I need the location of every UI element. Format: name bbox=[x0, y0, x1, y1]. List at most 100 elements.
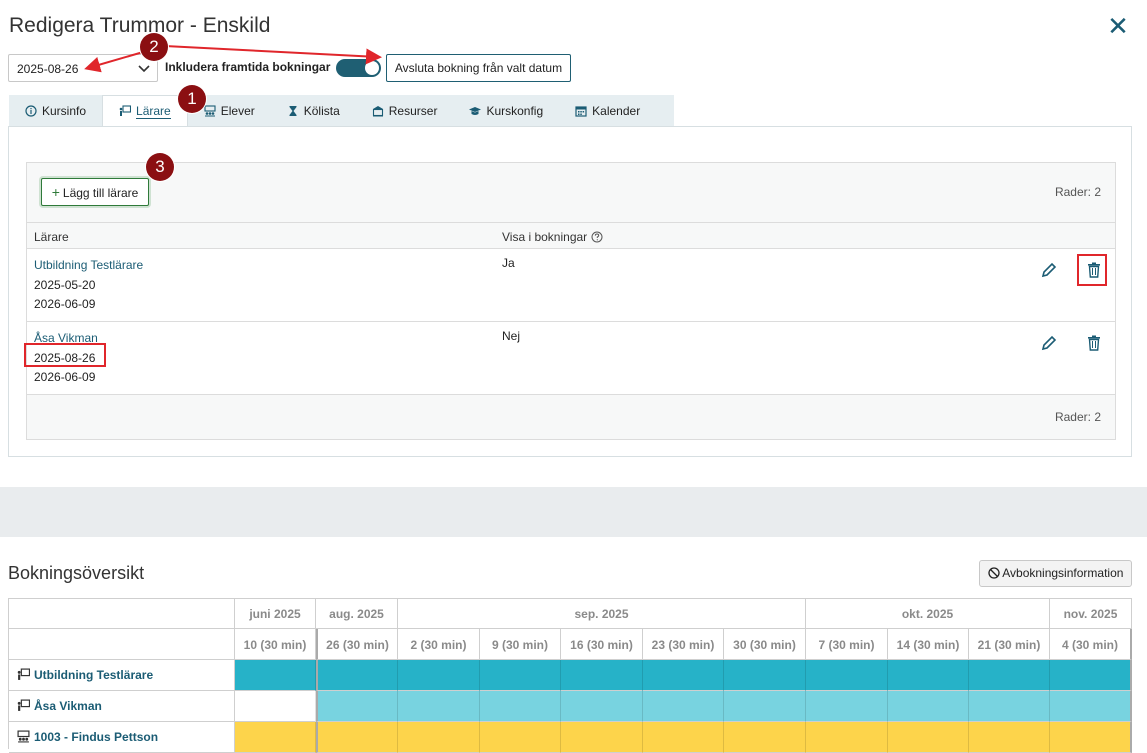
booking-cell-booked[interactable] bbox=[235, 660, 316, 691]
booking-cell-booked[interactable] bbox=[724, 691, 806, 722]
date-header: 10 (30 min) bbox=[235, 629, 316, 660]
booking-cell-booked[interactable] bbox=[561, 722, 643, 753]
booking-cell-booked[interactable] bbox=[888, 722, 969, 753]
overview-row-label[interactable]: Utbildning Testlärare bbox=[9, 660, 235, 691]
date-header: 7 (30 min) bbox=[806, 629, 888, 660]
tab-kolista[interactable]: Kölista bbox=[271, 95, 356, 126]
building-icon bbox=[372, 105, 383, 116]
booking-cell-booked[interactable] bbox=[724, 660, 806, 691]
teacher-end-date: 2026-06-09 bbox=[34, 370, 96, 384]
booking-cell-booked[interactable] bbox=[480, 722, 561, 753]
booking-cell-booked[interactable] bbox=[969, 691, 1050, 722]
graduation-cap-icon bbox=[469, 106, 482, 115]
booking-cell-booked[interactable] bbox=[806, 691, 888, 722]
show-in-bookings-value: Ja bbox=[502, 256, 515, 270]
month-header: nov. 2025 bbox=[1050, 598, 1132, 629]
overview-row-label[interactable]: Åsa Vikman bbox=[9, 691, 235, 722]
teacher-name-link[interactable]: Utbildning Testlärare bbox=[34, 256, 143, 276]
month-header: juni 2025 bbox=[235, 598, 316, 629]
booking-cell-booked[interactable] bbox=[480, 691, 561, 722]
booking-cell-booked[interactable] bbox=[806, 660, 888, 691]
rows-count-bottom: Rader: 2 bbox=[1054, 410, 1101, 424]
booking-cell-booked[interactable] bbox=[969, 660, 1050, 691]
tab-resurser[interactable]: Resurser bbox=[356, 95, 454, 126]
close-icon[interactable]: ✕ bbox=[1106, 13, 1130, 39]
hourglass-icon bbox=[289, 105, 297, 116]
booking-cell-booked[interactable] bbox=[561, 691, 643, 722]
chevron-down-icon bbox=[138, 65, 150, 73]
booking-overview-grid: juni 2025 aug. 2025 sep. 2025 okt. 2025 … bbox=[8, 598, 1132, 753]
trash-icon[interactable] bbox=[1084, 333, 1104, 353]
booking-cell-booked[interactable] bbox=[969, 722, 1050, 753]
include-future-toggle[interactable] bbox=[336, 59, 381, 77]
annotation-badge-3: 3 bbox=[146, 153, 174, 181]
booking-cell-booked[interactable] bbox=[724, 722, 806, 753]
booking-cell-booked[interactable] bbox=[643, 691, 724, 722]
cancellation-info-button[interactable]: Avbokningsinformation bbox=[979, 560, 1132, 587]
tab-label: Resurser bbox=[388, 103, 438, 118]
students-icon bbox=[204, 104, 216, 116]
column-header-show: Visa i bokningar bbox=[502, 230, 603, 244]
overview-row-name: 1003 - Findus Pettson bbox=[34, 730, 159, 744]
booking-cell-booked[interactable] bbox=[1050, 722, 1132, 753]
booking-cell-booked[interactable] bbox=[316, 691, 398, 722]
help-icon[interactable] bbox=[591, 231, 603, 243]
tab-larare[interactable]: Lärare bbox=[102, 95, 188, 126]
date-header: 4 (30 min) bbox=[1050, 629, 1132, 660]
booking-cell-booked[interactable] bbox=[806, 722, 888, 753]
booking-cell-booked[interactable] bbox=[398, 722, 480, 753]
booking-cell-booked[interactable] bbox=[480, 660, 561, 691]
add-teacher-button[interactable]: + Lägg till lärare bbox=[41, 178, 149, 206]
tab-label: Kalender bbox=[592, 103, 641, 118]
annotation-arrow-end-booking bbox=[164, 45, 382, 65]
booking-cell-booked[interactable] bbox=[643, 660, 724, 691]
edit-pencil-icon[interactable] bbox=[1039, 333, 1059, 353]
booking-cell-booked[interactable] bbox=[888, 691, 969, 722]
booking-cell-booked[interactable] bbox=[643, 722, 724, 753]
annotation-highlight-date bbox=[24, 343, 106, 367]
overview-row-name: Åsa Vikman bbox=[34, 699, 102, 713]
edit-pencil-icon[interactable] bbox=[1039, 260, 1059, 280]
booking-cell-booked[interactable] bbox=[235, 722, 316, 753]
date-header: 21 (30 min) bbox=[969, 629, 1050, 660]
teacher-cell: Utbildning Testlärare 2025-05-20 2026-06… bbox=[34, 256, 143, 315]
column-header-teacher: Lärare bbox=[34, 230, 69, 244]
column-header-show-label: Visa i bokningar bbox=[502, 230, 588, 244]
booking-cell-booked[interactable] bbox=[398, 660, 480, 691]
add-teacher-label: Lägg till lärare bbox=[62, 186, 139, 200]
annotation-highlight-trash bbox=[1077, 254, 1107, 286]
month-header: aug. 2025 bbox=[316, 598, 398, 629]
table-row: Åsa Vikman 2025-08-26 2026-06-09 Nej bbox=[27, 322, 1115, 395]
overview-row-label[interactable]: 1003 - Findus Pettson bbox=[9, 722, 235, 753]
grid-corner bbox=[9, 629, 235, 660]
booking-cell-booked[interactable] bbox=[316, 660, 398, 691]
info-icon bbox=[25, 104, 37, 117]
tab-kalender[interactable]: Kalender bbox=[559, 95, 656, 126]
booking-cell-booked[interactable] bbox=[888, 660, 969, 691]
section-divider bbox=[0, 487, 1147, 537]
date-header: 14 (30 min) bbox=[888, 629, 969, 660]
date-select[interactable]: 2025-08-26 bbox=[8, 54, 158, 82]
overview-row-name: Utbildning Testlärare bbox=[34, 668, 154, 682]
tab-label: Kursinfo bbox=[42, 103, 87, 118]
date-header: 30 (30 min) bbox=[724, 629, 806, 660]
end-booking-button[interactable]: Avsluta bokning från valt datum bbox=[386, 54, 571, 82]
month-header: okt. 2025 bbox=[806, 598, 1050, 629]
calendar-icon bbox=[575, 105, 587, 117]
booking-cell-empty[interactable] bbox=[235, 691, 316, 722]
tab-kurskonfig[interactable]: Kurskonfig bbox=[453, 95, 559, 126]
booking-cell-booked[interactable] bbox=[398, 691, 480, 722]
teacher-icon bbox=[17, 699, 31, 711]
booking-cell-booked[interactable] bbox=[316, 722, 398, 753]
teachers-panel: + Lägg till lärare Rader: 2 Lärare Visa i… bbox=[8, 126, 1132, 457]
grid-corner bbox=[9, 598, 235, 629]
cancellation-info-label: Avbokningsinformation bbox=[1002, 566, 1124, 580]
tab-label: Kölista bbox=[303, 103, 340, 118]
date-header: 9 (30 min) bbox=[480, 629, 561, 660]
booking-cell-booked[interactable] bbox=[1050, 660, 1132, 691]
booking-cell-booked[interactable] bbox=[561, 660, 643, 691]
booking-cell-booked[interactable] bbox=[1050, 691, 1132, 722]
tab-kursinfo[interactable]: Kursinfo bbox=[9, 95, 102, 126]
students-icon bbox=[17, 730, 30, 743]
teacher-icon bbox=[17, 668, 31, 680]
